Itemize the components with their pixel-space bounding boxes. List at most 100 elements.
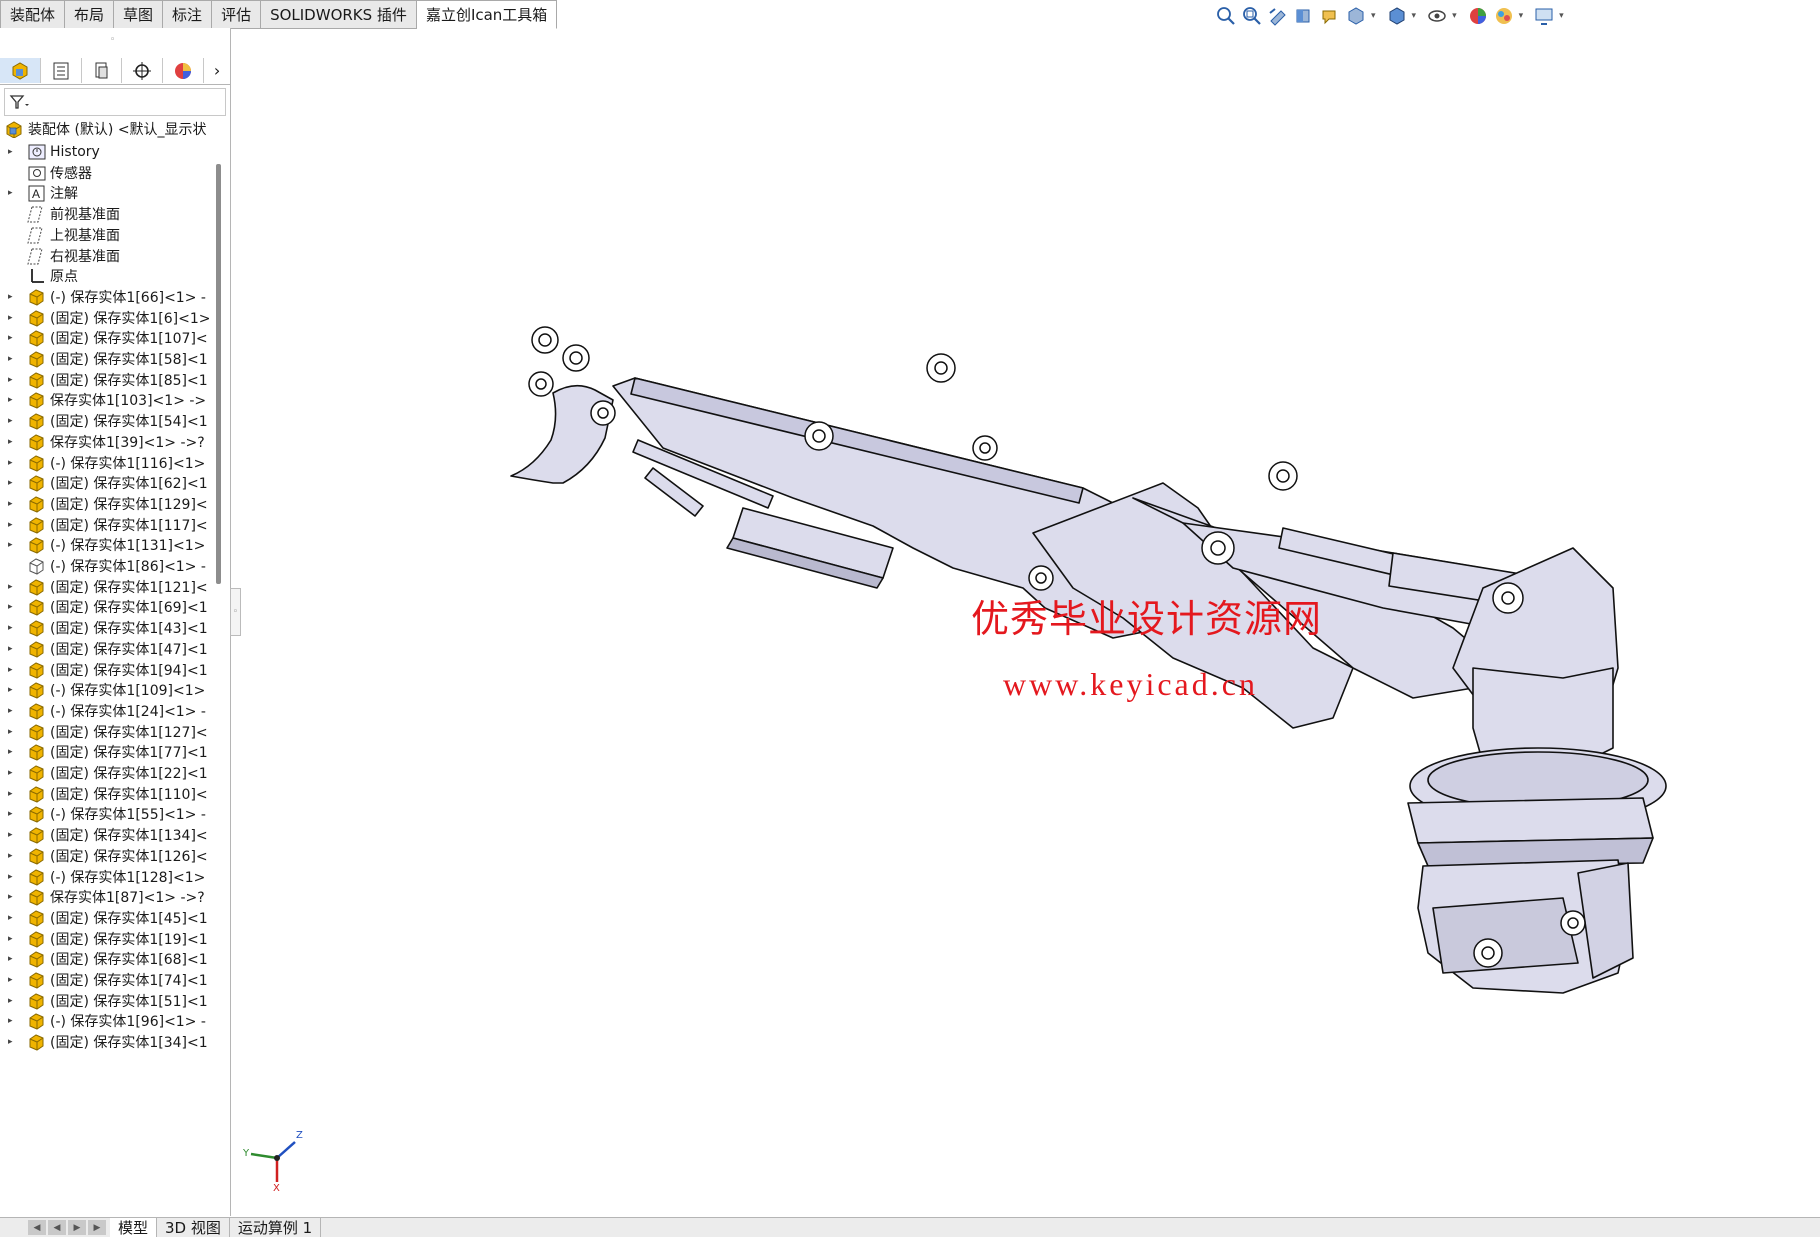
expand-arrow-icon[interactable]: ▸ xyxy=(8,478,18,488)
prev-tab-icon[interactable]: ◀ xyxy=(48,1220,66,1235)
tree-item-label: (固定) 保存实体1[94]<1 xyxy=(50,662,208,679)
dropdown-arrow-icon[interactable]: ▾ xyxy=(1452,11,1457,21)
dropdown-arrow-icon[interactable]: ▾ xyxy=(1559,11,1564,21)
part-icon xyxy=(26,701,48,721)
tree-item[interactable]: ▸ (固定) 保存实体1[34]<1 xyxy=(0,1030,215,1054)
expand-arrow-icon[interactable]: ▸ xyxy=(8,520,18,530)
configurationmanager-tab-icon[interactable] xyxy=(82,58,123,83)
expand-arrow-icon[interactable]: ▸ xyxy=(8,975,18,985)
expand-arrow-icon[interactable]: ▸ xyxy=(8,437,18,447)
tree-item-label: 传感器 xyxy=(50,165,92,182)
bottom-tab-2[interactable]: 运动算例 1 xyxy=(230,1218,322,1237)
display-manager-tab-icon[interactable] xyxy=(163,58,205,83)
expand-arrow-icon[interactable]: ▸ xyxy=(8,188,18,198)
tree-item-label: (-) 保存实体1[109]<1> xyxy=(50,683,206,700)
expand-arrow-icon[interactable]: ▸ xyxy=(8,809,18,819)
expand-arrow-icon[interactable]: ▸ xyxy=(8,851,18,861)
dropdown-arrow-icon[interactable]: ▾ xyxy=(1371,11,1376,21)
command-tab-2[interactable]: 草图 xyxy=(114,0,164,29)
expand-arrow-icon[interactable]: ▸ xyxy=(8,996,18,1006)
hide-show-items-icon[interactable] xyxy=(1426,5,1448,27)
display-style-icon[interactable] xyxy=(1386,5,1408,27)
zoom-to-fit-icon[interactable] xyxy=(1215,5,1237,27)
expand-arrow-icon[interactable]: ▸ xyxy=(8,458,18,468)
command-tab-0[interactable]: 装配体 xyxy=(0,0,66,29)
expand-arrow-icon[interactable]: ▸ xyxy=(8,313,18,323)
expand-arrow-icon[interactable]: ▸ xyxy=(8,727,18,737)
expand-arrow-icon[interactable]: ▸ xyxy=(8,147,18,157)
expand-arrow-icon[interactable]: ▸ xyxy=(8,768,18,778)
dropdown-arrow-icon[interactable]: ▾ xyxy=(1412,11,1417,21)
expand-arrow-icon[interactable]: ▸ xyxy=(8,685,18,695)
part-icon xyxy=(26,887,48,907)
tree-item-label: (固定) 保存实体1[110]< xyxy=(50,786,208,803)
plane-icon xyxy=(26,246,48,266)
expand-arrow-icon[interactable]: ▸ xyxy=(8,872,18,882)
triad-x-label: X xyxy=(273,1183,280,1194)
view-settings-icon[interactable] xyxy=(1533,5,1555,27)
expand-arrow-icon[interactable]: ▸ xyxy=(8,1037,18,1047)
view-orientation-icon[interactable] xyxy=(1345,5,1367,27)
first-tab-icon[interactable]: ◀ xyxy=(28,1220,46,1235)
bottom-tabs: 模型 3D 视图 运动算例 1 xyxy=(110,1218,322,1237)
dimxpert-tab-icon[interactable] xyxy=(122,58,164,83)
expand-arrow-icon[interactable]: ▸ xyxy=(8,706,18,716)
propertymanager-tab-icon[interactable] xyxy=(41,58,82,83)
bottom-tab-1[interactable]: 3D 视图 xyxy=(157,1218,230,1237)
part-icon xyxy=(26,390,48,410)
expand-arrow-icon[interactable]: ▸ xyxy=(8,789,18,799)
featuremanager-tab-icon[interactable] xyxy=(0,58,41,83)
bucket-claw xyxy=(510,384,614,484)
expand-arrow-icon[interactable]: ▸ xyxy=(8,416,18,426)
origin-icon xyxy=(26,266,48,286)
section-view-icon[interactable] xyxy=(1293,5,1315,27)
edit-appearance-icon[interactable] xyxy=(1467,5,1489,27)
expand-arrow-icon[interactable]: ▸ xyxy=(8,1016,18,1026)
tree-item-label: (固定) 保存实体1[19]<1 xyxy=(50,931,208,948)
apply-scene-icon[interactable] xyxy=(1493,5,1515,27)
expand-arrow-icon[interactable]: ▸ xyxy=(8,665,18,675)
expand-arrow-icon[interactable]: ▸ xyxy=(8,623,18,633)
collapse-handle[interactable]: ◦ xyxy=(110,35,115,45)
part-icon xyxy=(26,494,48,514)
command-tab-1[interactable]: 布局 xyxy=(65,0,115,29)
expand-arrow-icon[interactable]: ▸ xyxy=(8,582,18,592)
tree-item-label: (-) 保存实体1[128]<1> xyxy=(50,869,206,886)
dropdown-arrow-icon[interactable]: ▾ xyxy=(1519,11,1524,21)
expand-arrow-icon[interactable]: ▸ xyxy=(8,499,18,509)
tree-item-label: (固定) 保存实体1[74]<1 xyxy=(50,973,208,989)
feature-filter[interactable] xyxy=(4,88,226,116)
zoom-to-area-icon[interactable] xyxy=(1241,5,1263,27)
expand-arrow-icon[interactable]: ▸ xyxy=(8,333,18,343)
expand-arrow-icon[interactable]: ▸ xyxy=(8,892,18,902)
command-tab-6[interactable]: 嘉立创Ican工具箱 xyxy=(416,0,558,29)
expand-arrow-icon[interactable]: ▸ xyxy=(8,602,18,612)
part-icon xyxy=(26,784,48,804)
bottom-tab-0[interactable]: 模型 xyxy=(110,1218,158,1237)
last-tab-icon[interactable]: ▶ xyxy=(88,1220,106,1235)
part-icon xyxy=(26,680,48,700)
expand-arrow-icon[interactable]: ▸ xyxy=(8,830,18,840)
expand-arrow-icon[interactable]: ▸ xyxy=(8,354,18,364)
dynamic-annotation-icon[interactable] xyxy=(1319,5,1341,27)
command-tab-3[interactable]: 标注 xyxy=(163,0,213,29)
expand-arrow-icon[interactable]: ▸ xyxy=(8,292,18,302)
expand-arrow-icon[interactable]: ▸ xyxy=(8,954,18,964)
command-tab-4[interactable]: 评估 xyxy=(212,0,262,29)
tree-vertical-scrollbar[interactable] xyxy=(216,164,221,584)
expand-arrow-icon[interactable]: ▸ xyxy=(8,395,18,405)
graphics-area[interactable]: 优秀毕业设计资源网 www.keyicad.cn xyxy=(233,28,1820,1216)
tree-root-assembly[interactable]: 装配体 (默认) <默认_显示状 xyxy=(4,118,209,140)
expand-arrow-icon[interactable]: ▸ xyxy=(8,913,18,923)
expand-arrow-icon[interactable]: ▸ xyxy=(8,644,18,654)
previous-view-icon[interactable] xyxy=(1267,5,1289,27)
tree-item-label: (-) 保存实体1[96]<1> - xyxy=(50,1014,206,1031)
command-tab-5[interactable]: SOLIDWORKS 插件 xyxy=(261,0,417,29)
tree-item-label: History xyxy=(50,144,100,160)
expand-arrow-icon[interactable]: ▸ xyxy=(8,540,18,550)
expand-arrow-icon[interactable]: ▸ xyxy=(8,747,18,757)
expand-arrow-icon[interactable]: ▸ xyxy=(8,934,18,944)
more-tabs-chevron-icon[interactable]: › xyxy=(204,58,230,83)
expand-arrow-icon[interactable]: ▸ xyxy=(8,375,18,385)
next-tab-icon[interactable]: ▶ xyxy=(68,1220,86,1235)
